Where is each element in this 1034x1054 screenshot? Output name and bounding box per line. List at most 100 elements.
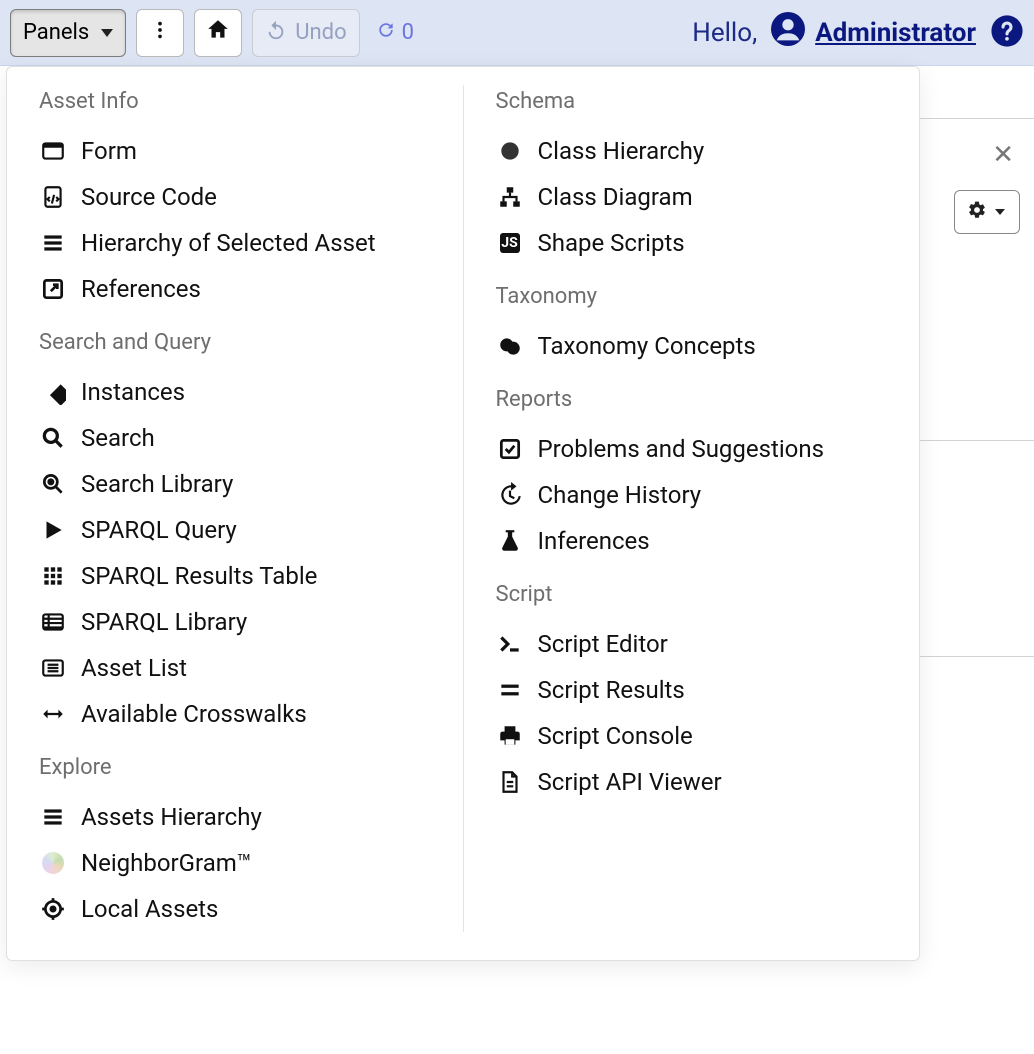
menu-group-header: Schema [496,89,888,114]
menu-item-label: NeighborGram™ [81,849,252,877]
menu-item[interactable]: Script Results [496,667,888,713]
menu-item-label: Script Console [538,722,693,750]
more-button[interactable] [136,9,184,57]
divider [920,656,1034,657]
menu-item[interactable]: Change History [496,472,888,518]
menu-item-label: Available Crosswalks [81,700,307,728]
grid-icon [39,562,67,590]
refresh-count-value: 0 [402,20,414,45]
menu-group-header: Script [496,582,888,607]
menu-item[interactable]: Script Console [496,713,888,759]
menu-item-label: Hierarchy of Selected Asset [81,229,376,257]
more-vertical-icon [149,19,171,47]
menu-group-header: Explore [39,755,431,780]
menu-item-label: SPARQL Library [81,608,247,636]
gear-icon [967,200,987,224]
js-icon: JS [496,229,524,257]
menu-item[interactable]: Instances [39,369,431,415]
main-toolbar: Panels Undo 0 Hello, [0,0,1034,66]
menu-item[interactable]: References [39,266,431,312]
menu-item[interactable]: Taxonomy Concepts [496,323,888,369]
history-icon [496,481,524,509]
menu-item[interactable]: SPARQL Library [39,599,431,645]
menu-item-label: Problems and Suggestions [538,435,825,463]
menu-item[interactable]: Class Hierarchy [496,128,888,174]
menu-item[interactable]: Assets Hierarchy [39,794,431,840]
menu-item[interactable]: Available Crosswalks [39,691,431,737]
greeting-text: Hello, [692,18,757,48]
menu-item-label: SPARQL Query [81,516,237,544]
menu-item-label: Search [81,424,155,452]
undo-icon [265,19,287,47]
search-icon [39,424,67,452]
menu-item[interactable]: Search [39,415,431,461]
divider [920,440,1034,441]
double-circle-icon [496,332,524,360]
menu-item[interactable]: Search Library [39,461,431,507]
menu-item-label: Source Code [81,183,217,211]
menu-item[interactable]: Asset List [39,645,431,691]
close-icon[interactable]: ✕ [992,140,1014,170]
menu-item-label: Inferences [538,527,650,555]
menu-item[interactable]: Inferences [496,518,888,564]
hierarchy-icon [39,229,67,257]
menu-item[interactable]: JS Shape Scripts [496,220,888,266]
home-button[interactable] [194,9,242,57]
menu-item[interactable]: Source Code [39,174,431,220]
menu-group-header: Search and Query [39,330,431,355]
references-icon [39,275,67,303]
menu-item-label: Form [81,137,137,165]
undo-label: Undo [295,20,346,45]
menu-item-label: References [81,275,201,303]
menu-item-label: Class Diagram [538,183,693,211]
home-icon [205,17,231,49]
menu-item[interactable]: Script API Viewer [496,759,888,805]
checkbox-icon [496,435,524,463]
circle-icon [496,137,524,165]
menu-item-label: Shape Scripts [538,229,685,257]
panels-dropdown-right-column: Schema Class Hierarchy Class Diagram JS Shap… [464,85,920,932]
diagram-icon [496,183,524,211]
neighbor-icon [39,849,67,877]
user-avatar-icon [771,12,805,53]
source-code-icon [39,183,67,211]
menu-item[interactable]: SPARQL Results Table [39,553,431,599]
undo-button[interactable]: Undo [252,9,359,57]
menu-group-header: Reports [496,387,888,412]
menu-item[interactable]: Problems and Suggestions [496,426,888,472]
results-icon [496,676,524,704]
menu-item-label: Assets Hierarchy [81,803,262,831]
flask-icon [496,527,524,555]
panels-label: Panels [23,20,89,45]
user-name: Administrator [815,18,976,48]
play-icon [39,516,67,544]
hierarchy-icon [39,803,67,831]
menu-item[interactable]: Form [39,128,431,174]
diamond-icon [39,378,67,406]
window-icon [39,137,67,165]
arrows-h-icon [39,700,67,728]
panels-dropdown-button[interactable]: Panels [10,9,126,57]
list-icon [39,654,67,682]
menu-item[interactable]: SPARQL Query [39,507,431,553]
divider [920,118,1034,119]
settings-dropdown-button[interactable] [954,190,1020,234]
crosshair-icon [39,895,67,923]
menu-item[interactable]: Local Assets [39,886,431,932]
menu-item-label: Asset List [81,654,187,682]
menu-group-header: Taxonomy [496,284,888,309]
menu-item-label: Script Editor [538,630,668,658]
menu-item[interactable]: Class Diagram [496,174,888,220]
refresh-count[interactable]: 0 [370,20,420,46]
menu-item[interactable]: Hierarchy of Selected Asset [39,220,431,266]
help-icon[interactable] [990,14,1024,52]
user-link[interactable]: Administrator [771,12,976,53]
menu-item-label: Script API Viewer [538,768,722,796]
panels-dropdown-menu: Asset InfoFormSource CodeHierarchy of Se… [6,66,920,961]
refresh-icon [376,20,396,46]
chevron-down-icon [97,20,113,45]
panels-dropdown-left-column: Asset InfoFormSource CodeHierarchy of Se… [7,85,464,932]
menu-item[interactable]: Script Editor [496,621,888,667]
print-icon [496,722,524,750]
menu-item[interactable]: NeighborGram™ [39,840,431,886]
